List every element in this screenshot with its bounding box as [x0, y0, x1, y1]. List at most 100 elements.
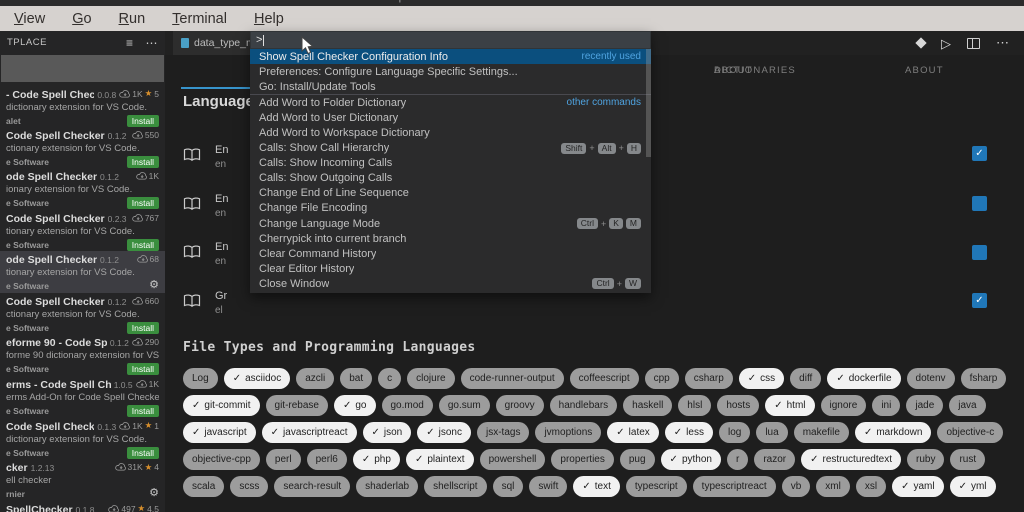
filetype-chip-typescriptreact[interactable]: typescriptreact — [692, 476, 776, 497]
filetype-chip-latex[interactable]: ✓ latex — [607, 422, 659, 443]
filetype-chip-rust[interactable]: rust — [950, 449, 986, 470]
menu-go[interactable]: Go — [72, 11, 91, 27]
filetype-chip-csharp[interactable]: csharp — [684, 368, 733, 389]
extension-list-item[interactable]: SpellChecker 0.1.8 497 ★ 4.5 — [0, 500, 165, 512]
filetype-chip-plaintext[interactable]: ✓ plaintext — [405, 449, 474, 470]
language-checkbox[interactable]: ✓ — [972, 293, 987, 308]
filetype-chip-git-commit[interactable]: ✓ git-commit — [183, 395, 260, 416]
filetype-chip-text[interactable]: ✓ text — [573, 476, 620, 497]
tab-dictionaries[interactable]: DICTIONARIES — [714, 65, 796, 76]
editor-more-actions-icon[interactable]: ⋯ — [996, 35, 1010, 51]
language-checkbox[interactable] — [972, 245, 987, 260]
run-icon[interactable]: ▷ — [941, 37, 951, 50]
filetype-chip-restructuredtext[interactable]: ✓ restructuredtext — [801, 449, 901, 470]
extension-list-item[interactable]: erms - Code Spell Checker 1.0.5 1K erms … — [0, 376, 165, 418]
filetype-chip-python[interactable]: ✓ python — [660, 449, 721, 470]
filetype-chip-scss[interactable]: scss — [230, 476, 269, 497]
filetype-chip-jvmoptions[interactable]: jvmoptions — [535, 422, 602, 443]
palette-item[interactable]: Close Window Ctrl + W — [250, 276, 651, 291]
filetype-chip-bat[interactable]: bat — [340, 368, 373, 389]
filetype-chip-dotenv[interactable]: dotenv — [906, 368, 955, 389]
extension-list-item[interactable]: ode Spell Checker 0.1.2 1K ionary extens… — [0, 168, 165, 210]
filetype-chip-search-result[interactable]: search-result — [274, 476, 351, 497]
manage-gear-icon[interactable]: ⚙ — [149, 280, 159, 291]
filetype-chip-diff[interactable]: diff — [790, 368, 822, 389]
palette-item[interactable]: Clear Command History — [250, 246, 651, 261]
filetype-chip-json[interactable]: ✓ json — [362, 422, 412, 443]
filetype-chip-shaderlab[interactable]: shaderlab — [356, 476, 419, 497]
palette-item[interactable]: Preferences: Configure Language Specific… — [250, 64, 651, 79]
language-checkbox[interactable]: ✓ — [972, 146, 987, 161]
extension-list-item[interactable]: eforme 90 - Code Spell C... 0.1.2 290 fo… — [0, 334, 165, 376]
filetype-chip-asciidoc[interactable]: ✓ asciidoc — [223, 368, 291, 389]
filetype-chip-xml[interactable]: xml — [816, 476, 850, 497]
manage-gear-icon[interactable]: ⚙ — [149, 488, 159, 499]
filetype-chip-perl6[interactable]: perl6 — [306, 449, 347, 470]
install-button[interactable]: Install — [126, 155, 159, 168]
filetype-chip-yaml[interactable]: ✓ yaml — [892, 476, 944, 497]
palette-item[interactable]: Cherrypick into current branch — [250, 231, 651, 246]
filetype-chip-ini[interactable]: ini — [872, 395, 901, 416]
command-palette-input[interactable]: > — [250, 31, 651, 49]
menu-view[interactable]: View — [14, 11, 45, 27]
palette-item[interactable]: Add Word to Workspace Dictionary — [250, 125, 651, 140]
filetype-chip-go.sum[interactable]: go.sum — [438, 395, 490, 416]
filetype-chip-ignore[interactable]: ignore — [820, 395, 867, 416]
palette-item[interactable]: Show Spell Checker Configuration Info rec… — [250, 49, 651, 65]
filetype-chip-vb[interactable]: vb — [781, 476, 811, 497]
filetype-chip-lua[interactable]: lua — [756, 422, 788, 443]
filter-icon[interactable]: ≡ — [126, 36, 134, 50]
spell-checker-icon[interactable] — [915, 37, 927, 49]
menu-run[interactable]: Run — [119, 11, 146, 27]
filetype-chip-Log[interactable]: Log — [183, 368, 218, 389]
extension-list-item[interactable]: Code Spell Checker 0.1.2 550 ctionary ex… — [0, 127, 165, 169]
palette-item[interactable]: Change Language Mode Ctrl + K M — [250, 216, 651, 231]
filetype-chip-typescript[interactable]: typescript — [625, 476, 687, 497]
extension-list-item[interactable]: cker 1.2.13 31K ★ 4 ell checker rnier ⚙ — [0, 459, 165, 501]
extension-list-item[interactable]: Code Spell Checker 0.1.3 1K★1 dictionary… — [0, 417, 165, 459]
filetype-chip-ruby[interactable]: ruby — [906, 449, 945, 470]
filetype-chip-fsharp[interactable]: fsharp — [960, 368, 1007, 389]
filetype-chip-dockerfile[interactable]: ✓ dockerfile — [827, 368, 901, 389]
sidebar-more-actions-icon[interactable]: ⋯ — [146, 36, 159, 50]
palette-item[interactable]: Change File Encoding — [250, 201, 651, 216]
palette-item[interactable]: Add Word to Folder Dictionary other comma… — [250, 94, 651, 110]
filetype-chip-shellscript[interactable]: shellscript — [424, 476, 487, 497]
filetype-chip-go[interactable]: ✓ go — [333, 395, 376, 416]
filetype-chip-cpp[interactable]: cpp — [644, 368, 679, 389]
filetype-chip-handlebars[interactable]: handlebars — [549, 395, 618, 416]
tab-about[interactable]: ABOUT — [905, 65, 944, 76]
filetype-chip-less[interactable]: ✓ less — [664, 422, 713, 443]
filetype-chip-powershell[interactable]: powershell — [479, 449, 546, 470]
install-button[interactable]: Install — [126, 404, 159, 417]
filetype-chip-javascript[interactable]: ✓ javascript — [183, 422, 256, 443]
filetype-chip-javascriptreact[interactable]: ✓ javascriptreact — [261, 422, 357, 443]
filetype-chip-jsonc[interactable]: ✓ jsonc — [417, 422, 471, 443]
install-button[interactable]: Install — [126, 321, 159, 334]
filetype-chip-git-rebase[interactable]: git-rebase — [265, 395, 328, 416]
filetype-chip-php[interactable]: ✓ php — [352, 449, 400, 470]
filetype-chip-coffeescript[interactable]: coffeescript — [569, 368, 639, 389]
filetype-chip-sql[interactable]: sql — [492, 476, 524, 497]
filetype-chip-java[interactable]: java — [949, 395, 986, 416]
extension-list-item[interactable]: - Code Spell Checker 0.0.8 1K★5 dictiona… — [0, 85, 165, 127]
filetype-chip-hlsl[interactable]: hlsl — [678, 395, 712, 416]
filetype-chip-code-runner-output[interactable]: code-runner-output — [460, 368, 564, 389]
filetype-chip-makefile[interactable]: makefile — [793, 422, 849, 443]
filetype-chip-jsx-tags[interactable]: jsx-tags — [477, 422, 530, 443]
filetype-chip-markdown[interactable]: ✓ markdown — [854, 422, 932, 443]
filetype-chip-pug[interactable]: pug — [619, 449, 655, 470]
filetype-chip-c[interactable]: c — [378, 368, 402, 389]
palette-item[interactable]: Go: Install/Update Tools — [250, 79, 651, 94]
language-checkbox[interactable] — [972, 196, 987, 211]
install-button[interactable]: Install — [126, 238, 159, 251]
filetype-chip-yml[interactable]: ✓ yml — [949, 476, 996, 497]
filetype-chip-html[interactable]: ✓ html — [765, 395, 815, 416]
palette-item[interactable]: Clear Editor History — [250, 261, 651, 276]
palette-scrollbar[interactable] — [646, 49, 651, 157]
extension-list-item[interactable]: ode Spell Checker 0.1.2 68 tionary exten… — [0, 251, 165, 293]
filetype-chip-perl[interactable]: perl — [265, 449, 301, 470]
filetype-chip-objective-cpp[interactable]: objective-cpp — [183, 449, 260, 470]
menu-terminal[interactable]: Terminal — [172, 11, 227, 27]
palette-item[interactable]: Calls: Show Call Hierarchy Shift + Alt + H — [250, 141, 651, 156]
